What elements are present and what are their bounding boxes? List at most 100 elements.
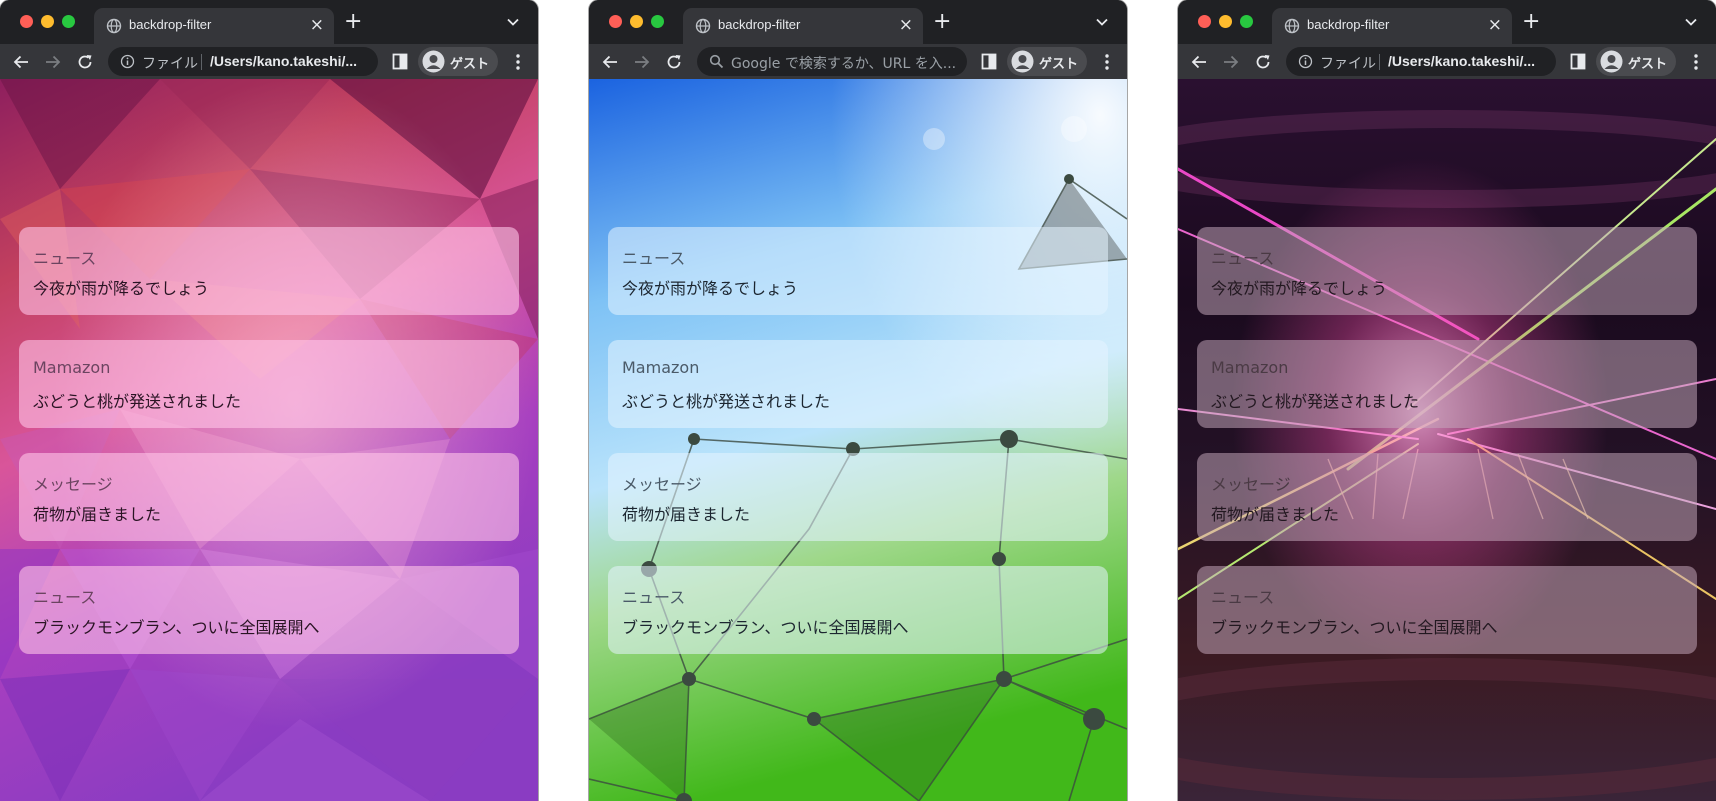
url-text: /Users/kano.takeshi/...: [1388, 53, 1536, 69]
tab-search-chevron-icon[interactable]: [505, 14, 521, 30]
new-tab-button[interactable]: +: [344, 10, 362, 34]
url-text: /Users/kano.takeshi/...: [210, 53, 358, 69]
notification-message: ぶどうと桃が発送されました: [1211, 392, 1420, 411]
new-tab-button[interactable]: +: [933, 10, 951, 34]
reload-icon[interactable]: [76, 53, 94, 71]
profile-button[interactable]: ゲスト: [418, 47, 498, 76]
maximize-window-button[interactable]: [651, 15, 664, 28]
file-scheme-label: ファイル: [142, 56, 198, 72]
notification-message: 荷物が届きました: [1211, 505, 1340, 524]
back-arrow-icon[interactable]: [601, 53, 619, 71]
globe-icon: [1284, 18, 1300, 34]
window-controls: [1198, 15, 1253, 28]
toolbar: ファイル /Users/kano.takeshi/... ゲスト: [1178, 44, 1716, 79]
close-window-button[interactable]: [1198, 15, 1211, 28]
maximize-window-button[interactable]: [1240, 15, 1253, 28]
notification-card[interactable]: メッセージ 荷物が届きました: [608, 453, 1108, 541]
network-background-image: [589, 79, 1127, 801]
info-icon[interactable]: [1298, 54, 1313, 69]
close-window-button[interactable]: [609, 15, 622, 28]
notification-card[interactable]: Mamazon ぶどうと桃が発送されました: [608, 340, 1108, 428]
tab-strip: backdrop-filter × +: [589, 0, 1127, 44]
notification-card[interactable]: ニュース ブラックモンブラン、ついに全国展開へ: [1197, 566, 1697, 654]
window-controls: [20, 15, 75, 28]
page-viewport: ニュース 今夜が雨が降るでしょう Mamazon ぶどうと桃が発送されました メ…: [0, 79, 538, 801]
forward-arrow-icon[interactable]: [1222, 53, 1240, 71]
notification-message: 荷物が届きました: [622, 505, 751, 524]
notification-message: ブラックモンブラン、ついに全国展開へ: [622, 618, 909, 637]
tab-title: backdrop-filter: [129, 17, 212, 32]
notification-card[interactable]: ニュース ブラックモンブラン、ついに全国展開へ: [19, 566, 519, 654]
profile-button[interactable]: ゲスト: [1596, 47, 1676, 76]
notification-sender: Mamazon: [622, 358, 700, 377]
minimize-window-button[interactable]: [41, 15, 54, 28]
notification-card[interactable]: ニュース 今夜が雨が降るでしょう: [19, 227, 519, 315]
active-tab[interactable]: backdrop-filter ×: [94, 8, 334, 44]
notification-sender: Mamazon: [1211, 358, 1289, 377]
tab-search-chevron-icon[interactable]: [1683, 14, 1699, 30]
maximize-window-button[interactable]: [62, 15, 75, 28]
forward-arrow-icon[interactable]: [633, 53, 651, 71]
close-tab-icon[interactable]: ×: [899, 15, 913, 35]
notification-card[interactable]: Mamazon ぶどうと桃が発送されました: [19, 340, 519, 428]
active-tab[interactable]: backdrop-filter ×: [683, 8, 923, 44]
notification-message: 荷物が届きました: [33, 505, 162, 524]
profile-name: ゲスト: [1628, 57, 1668, 72]
notification-card[interactable]: メッセージ 荷物が届きました: [19, 453, 519, 541]
side-panel-icon[interactable]: [1570, 53, 1586, 70]
search-icon: [709, 54, 724, 69]
file-scheme-label: ファイル: [1320, 56, 1376, 72]
address-bar[interactable]: Google で検索するか、URL を入...: [697, 47, 967, 76]
notification-sender: ニュース: [33, 249, 97, 268]
kebab-menu-icon[interactable]: [512, 53, 524, 71]
address-separator: [1379, 54, 1380, 70]
notification-sender: Mamazon: [33, 358, 111, 377]
notification-card[interactable]: メッセージ 荷物が届きました: [1197, 453, 1697, 541]
address-separator: [201, 54, 202, 70]
toolbar: ファイル /Users/kano.takeshi/... ゲスト: [0, 44, 538, 79]
notification-sender: メッセージ: [33, 475, 113, 494]
polygon-background-image: [0, 79, 538, 801]
browser-window-2: backdrop-filter × + Google で検索するか、URL を入…: [589, 0, 1127, 801]
back-arrow-icon[interactable]: [12, 53, 30, 71]
page-viewport: ニュース 今夜が雨が降るでしょう Mamazon ぶどうと桃が発送されました メ…: [1178, 79, 1716, 801]
close-tab-icon[interactable]: ×: [1488, 15, 1502, 35]
notification-message: 今夜が雨が降るでしょう: [1211, 279, 1388, 298]
window-controls: [609, 15, 664, 28]
profile-name: ゲスト: [450, 57, 490, 72]
profile-name: ゲスト: [1039, 57, 1079, 72]
minimize-window-button[interactable]: [630, 15, 643, 28]
back-arrow-icon[interactable]: [1190, 53, 1208, 71]
notification-message: 今夜が雨が降るでしょう: [622, 279, 799, 298]
address-bar[interactable]: ファイル /Users/kano.takeshi/...: [108, 47, 378, 76]
forward-arrow-icon[interactable]: [44, 53, 62, 71]
notification-message: 今夜が雨が降るでしょう: [33, 279, 210, 298]
profile-button[interactable]: ゲスト: [1007, 47, 1087, 76]
tab-search-chevron-icon[interactable]: [1094, 14, 1110, 30]
avatar-icon: [1600, 50, 1623, 73]
info-icon[interactable]: [120, 54, 135, 69]
side-panel-icon[interactable]: [392, 53, 408, 70]
notification-sender: メッセージ: [622, 475, 702, 494]
reload-icon[interactable]: [665, 53, 683, 71]
kebab-menu-icon[interactable]: [1690, 53, 1702, 71]
new-tab-button[interactable]: +: [1522, 10, 1540, 34]
close-tab-icon[interactable]: ×: [310, 15, 324, 35]
avatar-icon: [1011, 50, 1034, 73]
address-bar[interactable]: ファイル /Users/kano.takeshi/...: [1286, 47, 1556, 76]
notification-card[interactable]: ニュース ブラックモンブラン、ついに全国展開へ: [608, 566, 1108, 654]
reload-icon[interactable]: [1254, 53, 1272, 71]
tab-title: backdrop-filter: [1307, 17, 1390, 32]
close-window-button[interactable]: [20, 15, 33, 28]
minimize-window-button[interactable]: [1219, 15, 1232, 28]
notification-sender: ニュース: [1211, 588, 1275, 607]
side-panel-icon[interactable]: [981, 53, 997, 70]
notification-message: ぶどうと桃が発送されました: [33, 392, 242, 411]
kebab-menu-icon[interactable]: [1101, 53, 1113, 71]
notification-card[interactable]: Mamazon ぶどうと桃が発送されました: [1197, 340, 1697, 428]
active-tab[interactable]: backdrop-filter ×: [1272, 8, 1512, 44]
notification-card[interactable]: ニュース 今夜が雨が降るでしょう: [608, 227, 1108, 315]
notification-sender: メッセージ: [1211, 475, 1291, 494]
tab-strip: backdrop-filter × +: [0, 0, 538, 44]
notification-card[interactable]: ニュース 今夜が雨が降るでしょう: [1197, 227, 1697, 315]
